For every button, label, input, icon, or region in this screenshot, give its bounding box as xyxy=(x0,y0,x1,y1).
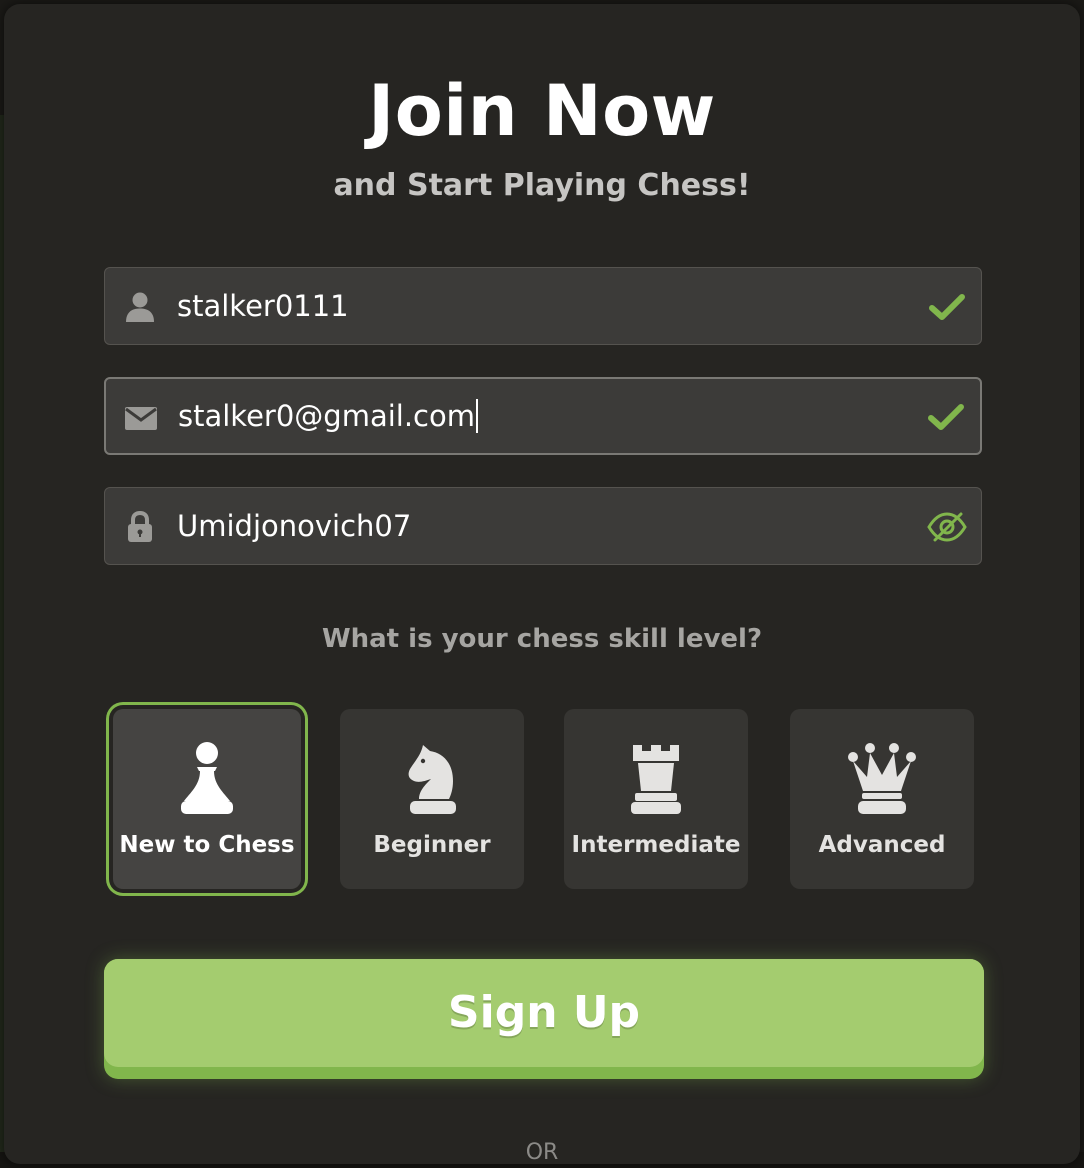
skill-option-label: New to Chess xyxy=(119,832,295,858)
skill-option-new-to-chess[interactable]: New to Chess xyxy=(113,709,301,889)
skill-option-intermediate[interactable]: Intermediate xyxy=(564,709,748,889)
email-value-wrapper: stalker0@gmail.com xyxy=(178,396,478,436)
page-subtitle: and Start Playing Chess! xyxy=(333,168,751,203)
skill-option-label: Advanced xyxy=(818,832,946,858)
skill-option-label: Intermediate xyxy=(571,832,741,858)
check-icon xyxy=(929,294,965,320)
sign-up-label: Sign Up xyxy=(104,959,984,1067)
knight-icon xyxy=(408,745,456,814)
password-value: Umidjonovich07 xyxy=(177,509,412,543)
envelope-icon xyxy=(125,407,157,430)
username-value: stalker0111 xyxy=(177,289,349,323)
lock-icon xyxy=(128,510,152,542)
skill-option-advanced[interactable]: Advanced xyxy=(790,709,974,889)
text-caret xyxy=(475,399,478,433)
username-field[interactable]: stalker0111 xyxy=(104,267,982,345)
skill-option-beginner[interactable]: Beginner xyxy=(340,709,524,889)
email-value: stalker0@gmail.com xyxy=(178,399,475,433)
sign-up-button[interactable]: Sign Up xyxy=(104,959,984,1079)
rook-icon xyxy=(631,745,681,814)
skill-option-label: Beginner xyxy=(373,832,491,858)
password-field[interactable]: Umidjonovich07 xyxy=(104,487,982,565)
eye-slash-icon[interactable] xyxy=(927,508,967,546)
email-field[interactable]: stalker0@gmail.com xyxy=(104,377,982,455)
skill-level-question: What is your chess skill level? xyxy=(321,624,763,654)
pawn-icon xyxy=(181,742,233,814)
page-title: Join Now xyxy=(368,70,716,152)
or-divider-label: OR xyxy=(525,1140,559,1165)
queen-icon xyxy=(848,743,916,814)
user-icon xyxy=(126,292,154,322)
check-icon xyxy=(928,404,964,430)
